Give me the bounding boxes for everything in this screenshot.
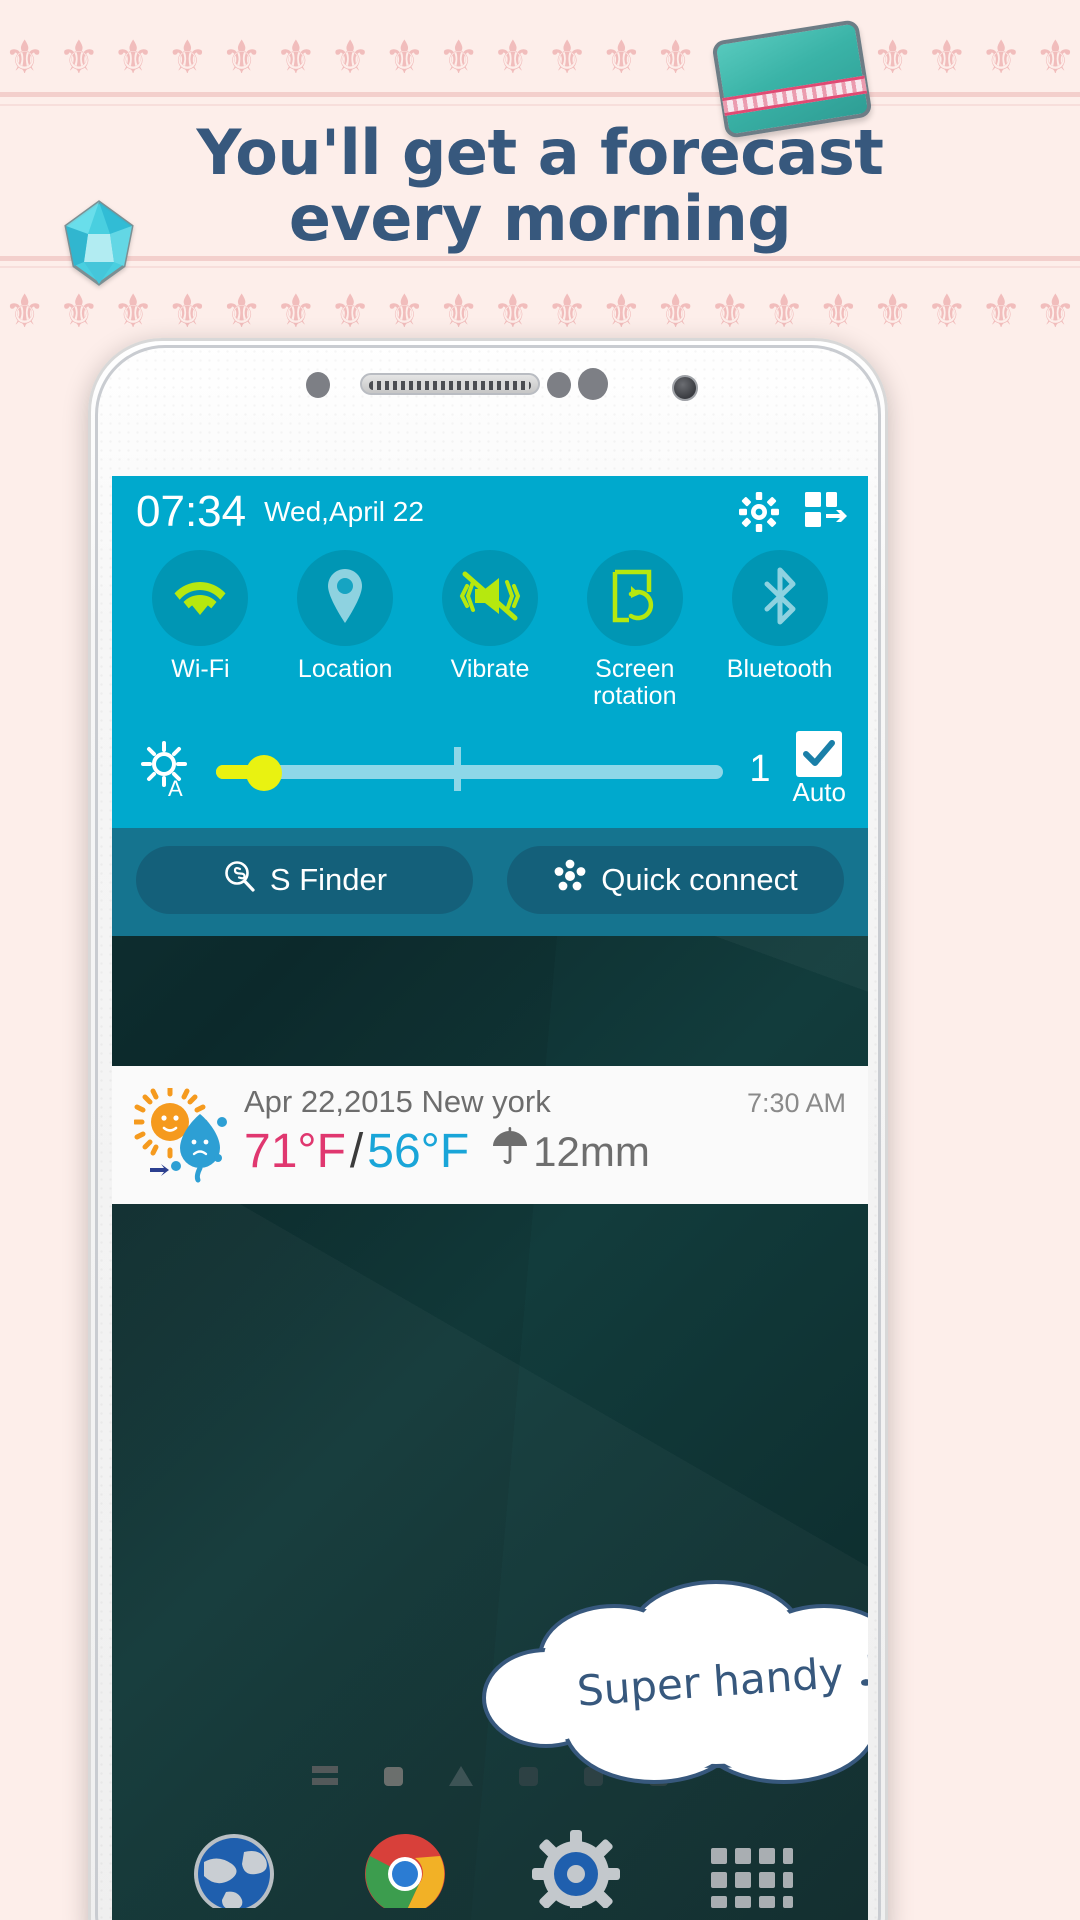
front-camera-icon [672,375,698,401]
gem-decoration [62,200,136,286]
toggle-screen-rotation-circle [586,550,683,646]
divider-mid-1 [0,256,1080,261]
weather-notification-header: Apr 22,2015 New york 7:30 AM [244,1084,846,1120]
toggle-rotation-label-1: Screen [595,655,675,683]
toggle-vibrate-circle [441,550,538,646]
weather-temperatures: 71°F / 56°F 12mm [244,1124,846,1179]
quick-settings-panel: 07:34 Wed,April 22 Wi-Fi Location Vibrat… [112,476,868,936]
divider-mid-2 [0,266,1080,268]
proximity-sensor-icon [306,372,330,398]
status-time: 07:34 [136,487,247,536]
toggle-location[interactable]: Location [273,550,418,710]
brightness-tick [454,747,462,791]
app-drawer-icon[interactable] [699,1812,795,1908]
weather-notification-time: 7:30 AM [746,1088,846,1118]
weather-notification-card[interactable]: Apr 22,2015 New york 7:30 AM 71°F / 56°F… [112,1066,868,1204]
s-finder-icon [222,859,256,901]
internet-globe-icon[interactable] [186,1812,282,1914]
toggle-location-label: Location [297,655,393,683]
toggle-rotation-label-2: rotation [593,682,677,710]
toggle-location-circle [297,550,394,646]
auto-brightness-label: Auto [792,776,847,807]
sun-and-rain-icon [132,1085,238,1184]
earpiece-speaker [360,373,540,395]
quick-toggle-row: Wi-Fi Location Vibrate Screen rotation B… [112,548,868,710]
brightness-track [216,765,724,779]
promo-headline: You'll get a forecast every morning [0,120,1080,251]
toggle-screen-rotation[interactable]: Screen rotation [562,550,707,710]
svg-text:A: A [168,776,183,798]
wifi-icon [171,573,229,624]
temp-high: 71°F [244,1125,346,1178]
page-indicator-home[interactable] [449,1766,473,1786]
temp-low: 56°F [367,1125,470,1178]
toggle-bluetooth[interactable]: Bluetooth [707,550,852,710]
quick-settings-grid-icon[interactable] [804,491,847,533]
speech-bubble-text: Super handy ♪ [575,1644,868,1716]
brightness-slider[interactable] [216,747,724,791]
settings-gear-icon[interactable] [528,1812,624,1918]
toggle-bluetooth-circle [731,550,828,646]
lace-border-top: ⚜⚜⚜⚜⚜⚜⚜⚜ ⚜⚜⚜⚜⚜⚜⚜⚜ ⚜⚜⚜⚜ [4,30,1076,80]
page-indicator-active[interactable] [384,1766,403,1786]
page-indicator-list[interactable] [312,1766,338,1786]
phone-screen: 07:34 Wed,April 22 Wi-Fi Location Vibrat… [112,476,868,1920]
brightness-knob[interactable] [246,755,282,791]
quick-connect-button[interactable]: Quick connect [507,846,844,914]
headline-line-2: every morning [288,181,792,255]
rainfall-group: 12mm [491,1127,650,1177]
auto-brightness-icon: A [138,740,194,801]
toggle-vibrate[interactable]: Vibrate [418,550,563,710]
rainfall-value: 12mm [533,1128,650,1175]
quick-connect-label: Quick connect [601,862,798,897]
location-pin-icon [324,567,366,630]
chrome-icon[interactable] [357,1812,453,1914]
toggle-bluetooth-label: Bluetooth [726,655,833,683]
toggle-vibrate-label: Vibrate [450,655,530,683]
s-finder-label: S Finder [269,862,388,897]
temp-separator: / [349,1125,364,1178]
sensor-icon [578,368,608,400]
lace-border-middle: ⚜ ⚜ ⚜ ⚜ ⚜ ⚜ ⚜ ⚜ ⚜ ⚜ ⚜ ⚜ ⚜ ⚜ ⚜ ⚜ ⚜ ⚜ ⚜ ⚜ [4,284,1076,334]
vibrate-icon [459,570,521,627]
status-date: Wed,April 22 [264,496,424,527]
quick-action-row: S Finder Quick connect [112,828,868,936]
divider-top-2 [0,104,1080,106]
screen-rotation-icon [609,568,661,629]
auto-brightness-checkbox[interactable] [796,730,843,777]
auto-brightness-toggle[interactable]: Auto [792,730,847,808]
toggle-wifi-circle [152,550,249,646]
light-sensor-icon [547,372,571,398]
weather-date-location: Apr 22,2015 New york [244,1084,551,1119]
weather-notification-content: Apr 22,2015 New york 7:30 AM 71°F / 56°F… [244,1084,846,1179]
divider-top-1 [0,92,1080,97]
bluetooth-icon [759,567,801,630]
toggle-screen-rotation-label: Screen rotation [562,656,707,710]
speech-bubble: Super handy ♪ [474,1574,868,1794]
brightness-value: 1 [749,747,771,790]
umbrella-icon [491,1127,529,1177]
brightness-row: A 1 Auto [112,710,868,828]
gear-icon[interactable] [738,491,780,533]
s-finder-button[interactable]: S Finder [136,846,473,914]
quick-connect-icon [553,859,587,901]
notification-status-bar: 07:34 Wed,April 22 [112,476,868,548]
toggle-wifi-label: Wi-Fi [171,655,230,683]
toggle-wifi[interactable]: Wi-Fi [128,550,273,710]
